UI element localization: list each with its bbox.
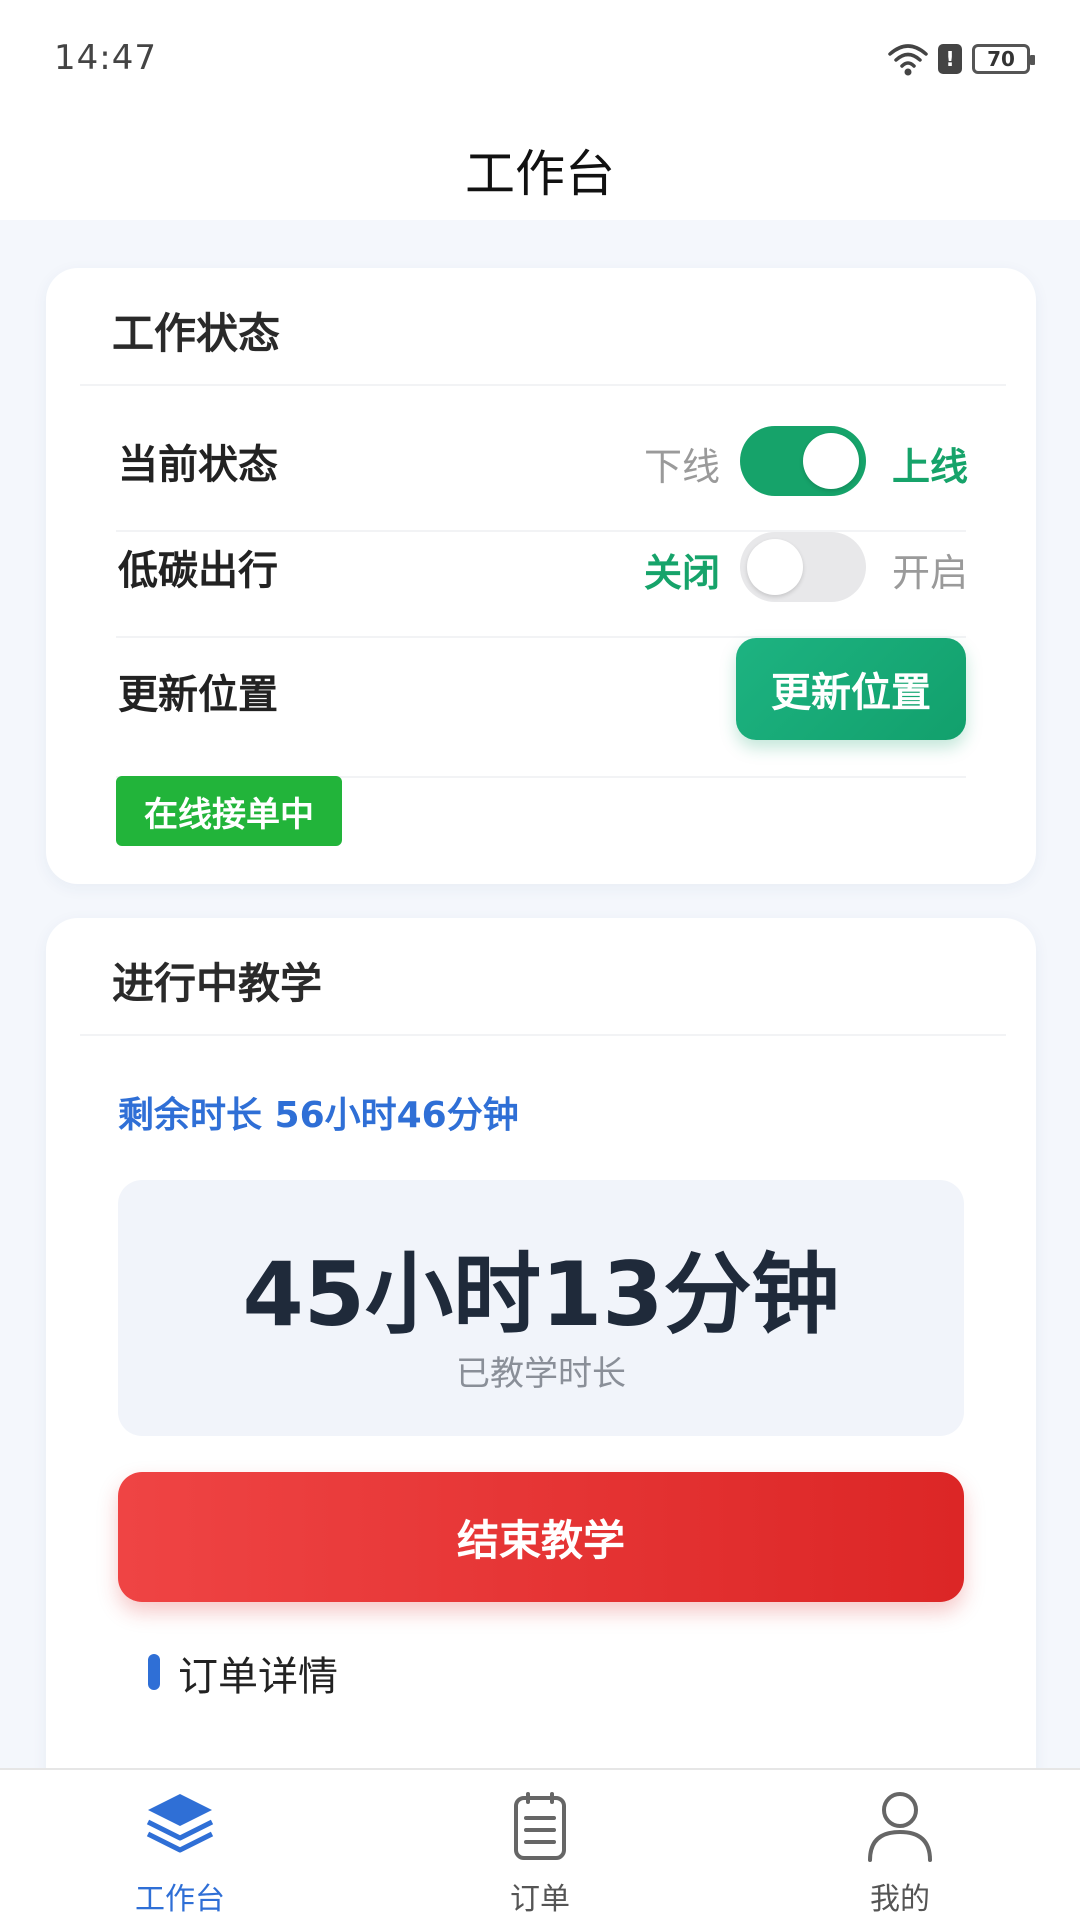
tab-profile[interactable]: 我的 [800,1770,1000,1920]
tab-label: 我的 [870,1882,930,1917]
elapsed-time-panel: 45小时13分钟 已教学时长 [118,1180,964,1436]
toggle-knob [803,433,859,489]
elapsed-time-value: 45小时13分钟 [242,1243,840,1346]
order-details-heading: 订单详情 [178,1654,338,1700]
layers-icon [146,1794,214,1853]
remaining-time: 剩余时长 56小时46分钟 [118,1095,519,1136]
work-status-title: 工作状态 [112,309,281,358]
update-location-label: 更新位置 [118,672,278,718]
status-icons: ! 70 [888,42,1035,76]
low-carbon-on-text[interactable]: 开启 [892,542,968,597]
bottom-tab-bar: 工作台 订单 我的 [0,1768,1080,1920]
low-carbon-off-text[interactable]: 关闭 [644,542,720,597]
teaching-title: 进行中教学 [112,959,323,1008]
status-bar: 14:47 ! 70 [0,0,1080,120]
toggle-knob [747,539,803,595]
wifi-icon [888,44,928,76]
section-marker [148,1654,160,1690]
status-offline-text[interactable]: 下线 [644,436,720,491]
tab-orders[interactable]: 订单 [440,1770,640,1920]
tab-label: 工作台 [135,1882,225,1917]
document-list-icon [514,1792,566,1860]
divider [80,384,1006,386]
online-status-toggle[interactable] [740,426,866,496]
online-status-badge: 在线接单中 [116,776,342,846]
work-status-card: 工作状态 当前状态 下线 上线 低碳出行 关闭 开启 更新位置 更新位置 在线接… [46,268,1036,884]
current-status-label: 当前状态 [118,442,278,488]
alert-icon: ! [938,44,962,74]
page-title: 工作台 [465,145,615,203]
elapsed-time-label: 已教学时长 [456,1354,626,1394]
end-teaching-button[interactable]: 结束教学 [118,1472,964,1602]
low-carbon-label: 低碳出行 [118,548,278,594]
battery-icon: 70 [972,44,1035,74]
row-divider [116,530,966,532]
status-time: 14:47 [54,38,157,78]
tab-workbench[interactable]: 工作台 [80,1770,280,1920]
page-header: 工作台 [0,120,1080,220]
user-icon [868,1792,932,1862]
low-carbon-toggle[interactable] [740,532,866,602]
status-online-text[interactable]: 上线 [892,436,968,491]
tab-label: 订单 [510,1882,570,1917]
update-location-button[interactable]: 更新位置 [736,638,966,740]
divider [80,1034,1006,1036]
